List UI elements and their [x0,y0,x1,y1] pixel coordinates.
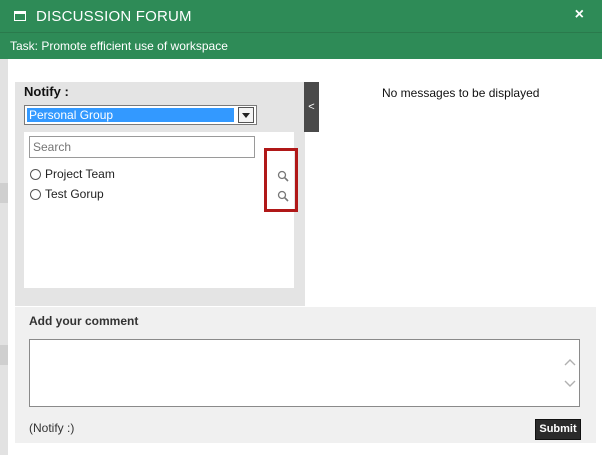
discussion-forum-dialog: DISCUSSION FORUM × Task: Promote efficie… [0,0,602,455]
task-text: Task: Promote efficient use of workspace [10,39,228,53]
comment-textarea[interactable] [29,339,580,407]
scroll-up-icon[interactable] [564,357,576,367]
submit-button[interactable]: Submit [535,419,581,440]
radio-button[interactable] [30,188,41,200]
notify-label: Notify : [24,84,69,99]
group-list: Project Team Test Gorup [24,132,294,288]
group-select-value: Personal Group [27,108,234,122]
dialog-titlebar: DISCUSSION FORUM × [0,0,602,33]
collapse-panel-button[interactable]: < [304,82,319,132]
task-bar: Task: Promote efficient use of workspace [0,33,602,59]
comment-panel: Add your comment (Notify :) Submit [15,307,596,443]
comment-label: Add your comment [29,314,139,328]
list-item[interactable]: Project Team [30,166,115,182]
notify-panel: Notify : Personal Group Project Team Tes… [15,82,305,306]
window-icon [14,11,26,21]
chevron-down-icon[interactable] [238,107,254,123]
group-select[interactable]: Personal Group [24,105,257,125]
highlight-annotation-box [264,148,298,212]
list-item[interactable]: Test Gorup [30,186,104,202]
radio-button[interactable] [30,168,41,180]
dialog-title: DISCUSSION FORUM [36,8,192,25]
search-input[interactable] [29,136,255,158]
list-item-label: Test Gorup [45,187,104,201]
close-icon[interactable]: × [575,6,584,24]
notify-note: (Notify :) [29,421,75,435]
no-messages-text: No messages to be displayed [382,86,540,100]
scroll-down-icon[interactable] [564,379,576,389]
list-item-label: Project Team [45,167,115,181]
